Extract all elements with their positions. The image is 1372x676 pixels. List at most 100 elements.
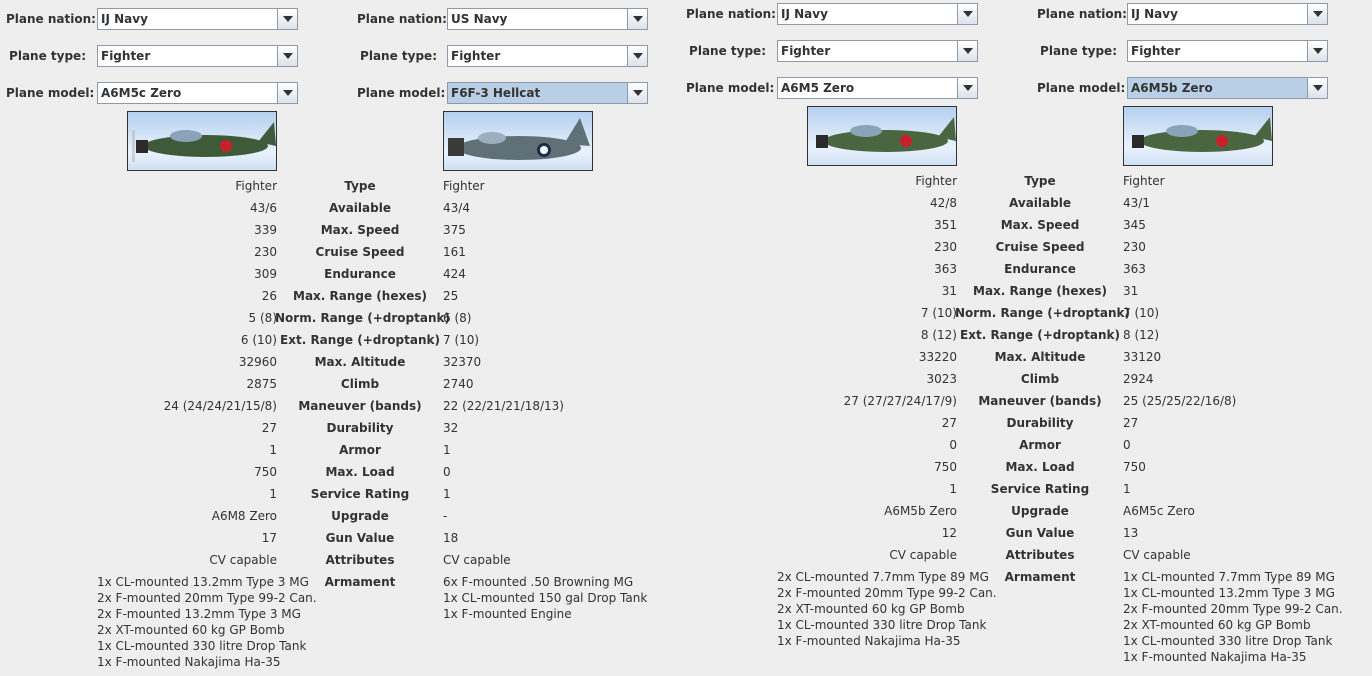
stat-label: Maneuver (bands) [298,399,422,413]
left-plane-image [807,106,957,166]
comparison-panel-1: Plane nation: IJ Navy Plane type: Fighte… [0,0,686,676]
combo-value: IJ Navy [781,7,828,21]
left-stat-value: 363 [934,262,957,276]
right-stat-value: 25 [443,289,459,303]
left-stat-value: 5 (8) [248,311,277,325]
stat-label: Ext. Range (+droptank) [280,333,440,347]
plane-model-label: Plane model: [357,86,446,100]
left-stat-value: 309 [254,267,277,281]
combo-value: Fighter [101,49,151,63]
stat-label: Upgrade [1011,504,1069,518]
left-stat-value: A6M8 Zero [211,509,277,523]
left-plane-nation-combo[interactable]: IJ Navy [777,3,978,25]
chevron-down-icon[interactable] [1307,78,1327,98]
stat-label: Ext. Range (+droptank) [960,328,1120,342]
left-armament-item: 2x XT-mounted 60 kg GP Bomb [97,623,285,637]
chevron-down-icon[interactable] [277,9,297,29]
right-stat-value: 0 [1123,438,1131,452]
stat-label: Climb [340,377,380,391]
plane-type-label: Plane type: [1040,44,1117,58]
left-stat-value: 12 [941,526,957,540]
combo-value: IJ Navy [1131,7,1178,21]
right-stat-value: 31 [1123,284,1139,298]
chevron-down-icon[interactable] [627,83,647,103]
right-stat-value: 6 (8) [443,311,472,325]
right-plane-type-combo[interactable]: Fighter [1127,40,1328,62]
left-stat-value: 0 [949,438,957,452]
stat-label: Durability [1006,416,1074,430]
left-armament-item: 2x F-mounted 20mm Type 99-2 Can. [97,591,317,605]
stat-label: Available [329,201,391,215]
stat-label: Gun Value [325,531,395,545]
right-plane-nation-combo[interactable]: US Navy [447,8,648,30]
stat-label: Gun Value [1005,526,1075,540]
right-stat-value: 1 [1123,482,1131,496]
chevron-down-icon[interactable] [957,4,977,24]
plane-type-label: Plane type: [360,49,437,63]
stat-label: Max. Range (hexes) [973,284,1107,298]
stat-label: Durability [326,421,394,435]
right-stat-value: 424 [443,267,466,281]
right-stat-value: - [443,509,448,523]
right-stat-value: 161 [443,245,466,259]
right-plane-model-combo[interactable]: F6F-3 Hellcat [447,82,648,104]
plane-nation-label: Plane nation: [357,12,447,26]
left-stat-value: 27 [261,421,277,435]
stat-label: Service Rating [310,487,410,501]
right-stat-value: A6M5c Zero [1123,504,1195,518]
plane-nation-label: Plane nation: [6,12,96,26]
stat-label: Type [344,179,376,193]
right-stat-value: CV capable [443,553,511,567]
chevron-down-icon[interactable] [627,9,647,29]
left-armament-item: 1x CL-mounted 330 litre Drop Tank [97,639,307,653]
left-armament-item: 2x CL-mounted 7.7mm Type 89 MG [777,570,989,584]
stat-label: Max. Range (hexes) [293,289,427,303]
left-stat-value: 1 [269,487,277,501]
stat-label: Endurance [324,267,396,281]
left-stat-value: 351 [934,218,957,232]
stat-label: Upgrade [331,509,389,523]
left-plane-type-combo[interactable]: Fighter [777,40,978,62]
combo-value: A6M5 Zero [781,81,855,95]
left-armament-item: 1x F-mounted Nakajima Ha-35 [97,655,281,669]
stat-label: Available [1009,196,1071,210]
right-armament-item: 1x CL-mounted 13.2mm Type 3 MG [1123,586,1335,600]
chevron-down-icon[interactable] [1307,4,1327,24]
chevron-down-icon[interactable] [627,46,647,66]
left-stat-value: 339 [254,223,277,237]
left-stat-value: 2875 [246,377,277,391]
left-plane-nation-combo[interactable]: IJ Navy [97,8,298,30]
left-stat-value: 750 [934,460,957,474]
left-plane-type-combo[interactable]: Fighter [97,45,298,67]
right-stat-value: 7 (10) [1123,306,1160,320]
right-armament-item: 1x F-mounted Nakajima Ha-35 [1123,650,1307,664]
chevron-down-icon[interactable] [1307,41,1327,61]
right-plane-image [1123,106,1273,166]
left-stat-value: 6 (10) [240,333,277,347]
plane-model-label: Plane model: [6,86,95,100]
right-stat-value: Fighter [1123,174,1165,188]
right-armament-item: 6x F-mounted .50 Browning MG [443,575,634,589]
left-plane-model-combo[interactable]: A6M5c Zero [97,82,298,104]
chevron-down-icon[interactable] [277,46,297,66]
chevron-down-icon[interactable] [957,78,977,98]
chevron-down-icon[interactable] [957,41,977,61]
chevron-down-icon[interactable] [277,83,297,103]
right-plane-image [443,111,593,171]
combo-value: Fighter [451,49,501,63]
right-plane-type-combo[interactable]: Fighter [447,45,648,67]
stat-label: Maneuver (bands) [978,394,1102,408]
left-plane-model-combo[interactable]: A6M5 Zero [777,77,978,99]
right-stat-value: Fighter [443,179,485,193]
stat-label: Max. Altitude [994,350,1086,364]
left-stat-value: 32960 [238,355,277,369]
stat-label: Armor [339,443,381,457]
stat-label: Cruise Speed [995,240,1085,254]
right-armament-item: 2x XT-mounted 60 kg GP Bomb [1123,618,1311,632]
left-stat-value: 8 (12) [920,328,957,342]
stat-label: Service Rating [990,482,1090,496]
right-stat-value: 2740 [443,377,474,391]
right-plane-nation-combo[interactable]: IJ Navy [1127,3,1328,25]
right-plane-model-combo[interactable]: A6M5b Zero [1127,77,1328,99]
left-stat-value: 27 (27/27/24/17/9) [843,394,957,408]
